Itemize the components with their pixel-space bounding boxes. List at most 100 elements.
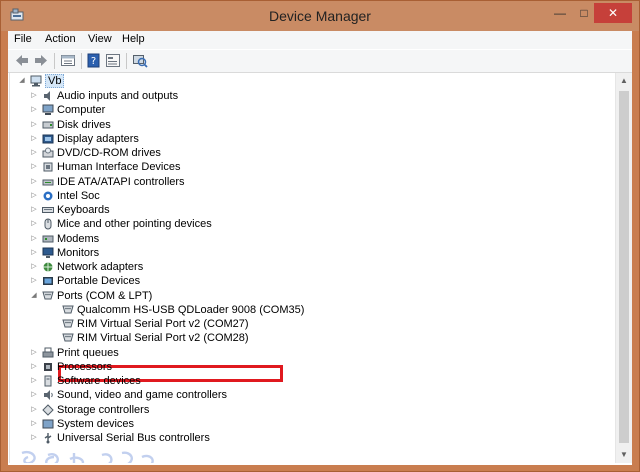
port-icon [62, 305, 74, 314]
sound-icon [44, 390, 53, 401]
tree-item-label: Display adapters [57, 132, 139, 145]
collapse-arrow-icon[interactable]: ◢ [30, 289, 38, 303]
tree-item-label: Software devices [57, 375, 141, 387]
tree-category-row[interactable]: ▷ Portable Devices [10, 274, 610, 288]
port-device-row[interactable]: RIM Virtual Serial Port v2 (COM28) [10, 331, 610, 345]
software-device-icon [44, 375, 52, 387]
tree-category-row[interactable]: ▷ System devices [10, 417, 610, 431]
expand-arrow-icon[interactable]: ▷ [30, 89, 38, 103]
tree-item-label: Disk drives [57, 118, 111, 131]
keyboard-icon [42, 207, 54, 213]
tree-category-row[interactable]: ▷ Disk drives [10, 118, 610, 132]
tree-root-label: Vb [45, 74, 65, 88]
menu-file[interactable]: File [14, 33, 32, 45]
tree-item-label: Network adapters [57, 261, 144, 273]
processor-icon [44, 362, 52, 371]
tree-category-row[interactable]: ◢ Ports (COM & LPT) [10, 289, 610, 303]
tree-item-label: Intel Soc [57, 189, 100, 202]
tree-category-row[interactable]: ▷ Network adapters [10, 260, 610, 274]
expand-arrow-icon[interactable]: ▷ [30, 217, 38, 231]
expand-arrow-icon[interactable]: ▷ [30, 260, 38, 274]
tree-item-label: DVD/CD-ROM drives [57, 147, 161, 159]
tree-category-row[interactable]: ▷ Display adapters [10, 132, 610, 146]
tree-category-row[interactable]: ▷ Software devices [10, 374, 610, 388]
title-bar[interactable]: Device Manager — □ ✕ [1, 1, 639, 31]
window-title: Device Manager [269, 8, 371, 24]
tree-category-row[interactable]: ▷ Modems [10, 232, 610, 246]
tree-category-row[interactable]: ▷ Computer [10, 103, 610, 117]
menu-help[interactable]: Help [122, 33, 145, 45]
tree-category-row[interactable]: ▷ Universal Serial Bus controllers [10, 431, 610, 445]
tree-item-label: RIM Virtual Serial Port v2 (COM27) [77, 318, 249, 330]
menu-view[interactable]: View [88, 33, 112, 45]
expand-arrow-icon[interactable]: ▷ [30, 189, 38, 203]
expand-arrow-icon[interactable]: ▷ [30, 374, 38, 388]
tree-category-row[interactable]: ▷ Intel Soc [10, 189, 610, 203]
computer-icon [30, 75, 42, 87]
toolbar-separator [54, 53, 55, 69]
properties-icon[interactable] [105, 53, 121, 68]
tree-item-label: System devices [57, 417, 135, 430]
expand-arrow-icon[interactable]: ▷ [30, 360, 38, 374]
expand-arrow-icon[interactable]: ▷ [30, 431, 38, 445]
scroll-up-icon[interactable]: ▲ [616, 73, 632, 89]
port-icon [62, 333, 74, 342]
tree-category-row[interactable]: ▷ Mice and other pointing devices [10, 217, 610, 231]
tree-category-row[interactable]: ▷ Storage controllers [10, 403, 610, 417]
expand-arrow-icon[interactable]: ▷ [30, 203, 38, 217]
forward-icon[interactable] [33, 53, 49, 68]
tree-category-row[interactable]: ▷ Print queues [10, 346, 610, 360]
show-hide-icon[interactable] [60, 53, 76, 68]
toolbar-separator [81, 53, 82, 69]
display-adapter-icon [42, 134, 54, 144]
expand-arrow-icon[interactable]: ▷ [30, 274, 38, 288]
tree-category-row[interactable]: ▷ Human Interface Devices [10, 160, 610, 174]
tree-category-row[interactable]: ▷ Monitors [10, 246, 610, 260]
toolbar: ? [8, 50, 632, 73]
watermark-logo [18, 449, 168, 463]
port-device-row[interactable]: Qualcomm HS-USB QDLoader 9008 (COM35) [10, 303, 610, 317]
tree-category-row[interactable]: ▷ Sound, video and game controllers [10, 388, 610, 402]
expand-arrow-icon[interactable]: ▷ [30, 160, 38, 174]
tree-category-row[interactable]: ▷ Processors [10, 360, 610, 374]
port-device-row[interactable]: RIM Virtual Serial Port v2 (COM27) [10, 317, 610, 331]
expand-arrow-icon[interactable]: ▷ [30, 175, 38, 189]
tree-item-label: RIM Virtual Serial Port v2 (COM28) [77, 332, 249, 345]
scroll-down-icon[interactable]: ▼ [616, 447, 632, 463]
expand-arrow-icon[interactable]: ▷ [30, 417, 38, 431]
storage-controller-icon [42, 403, 54, 416]
scroll-thumb[interactable] [619, 91, 629, 443]
expand-arrow-icon[interactable]: ▷ [30, 103, 38, 117]
tree-item-label: Universal Serial Bus controllers [57, 432, 210, 444]
printer-icon [42, 347, 54, 357]
network-adapter-icon [43, 262, 53, 272]
scan-hardware-icon[interactable] [132, 53, 148, 68]
device-tree[interactable]: ◢ Vb ▷ Audio inputs and outputs ▷ Computer ▷… [9, 73, 617, 463]
expand-arrow-icon[interactable]: ▷ [30, 232, 38, 246]
tree-category-row[interactable]: ▷ DVD/CD-ROM drives [10, 146, 610, 160]
vertical-scrollbar[interactable]: ▲ ▼ [615, 73, 632, 463]
expand-arrow-icon[interactable]: ▷ [30, 346, 38, 360]
expand-arrow-icon[interactable]: ▷ [30, 146, 38, 160]
tree-category-row[interactable]: ▷ Keyboards [10, 203, 610, 217]
menu-action[interactable]: Action [45, 33, 76, 45]
expand-arrow-icon[interactable]: ▷ [30, 246, 38, 260]
tree-item-label: IDE ATA/ATAPI controllers [57, 175, 185, 188]
maximize-button[interactable]: □ [573, 3, 595, 23]
expand-arrow-icon[interactable]: ▷ [30, 118, 38, 132]
minimize-button[interactable]: — [549, 3, 571, 23]
expand-arrow-icon[interactable]: ▷ [30, 388, 38, 402]
tree-category-row[interactable]: ▷ IDE ATA/ATAPI controllers [10, 175, 610, 189]
speaker-icon [44, 91, 50, 101]
back-icon[interactable] [14, 53, 30, 68]
expand-arrow-icon[interactable]: ▷ [30, 132, 38, 146]
tree-item-label: Audio inputs and outputs [57, 90, 179, 102]
tree-item-label: Ports (COM & LPT) [57, 289, 153, 302]
tree-category-row[interactable]: ▷ Audio inputs and outputs [10, 89, 610, 103]
collapse-arrow-icon[interactable]: ◢ [18, 74, 26, 88]
expand-arrow-icon[interactable]: ▷ [30, 403, 38, 417]
help-icon[interactable]: ? [86, 53, 102, 68]
client-area: File Action View Help ? ◢ Vb ▷ Audio inp… [8, 31, 632, 465]
tree-root-row[interactable]: ◢ Vb [10, 74, 210, 88]
close-button[interactable]: ✕ [594, 3, 632, 23]
